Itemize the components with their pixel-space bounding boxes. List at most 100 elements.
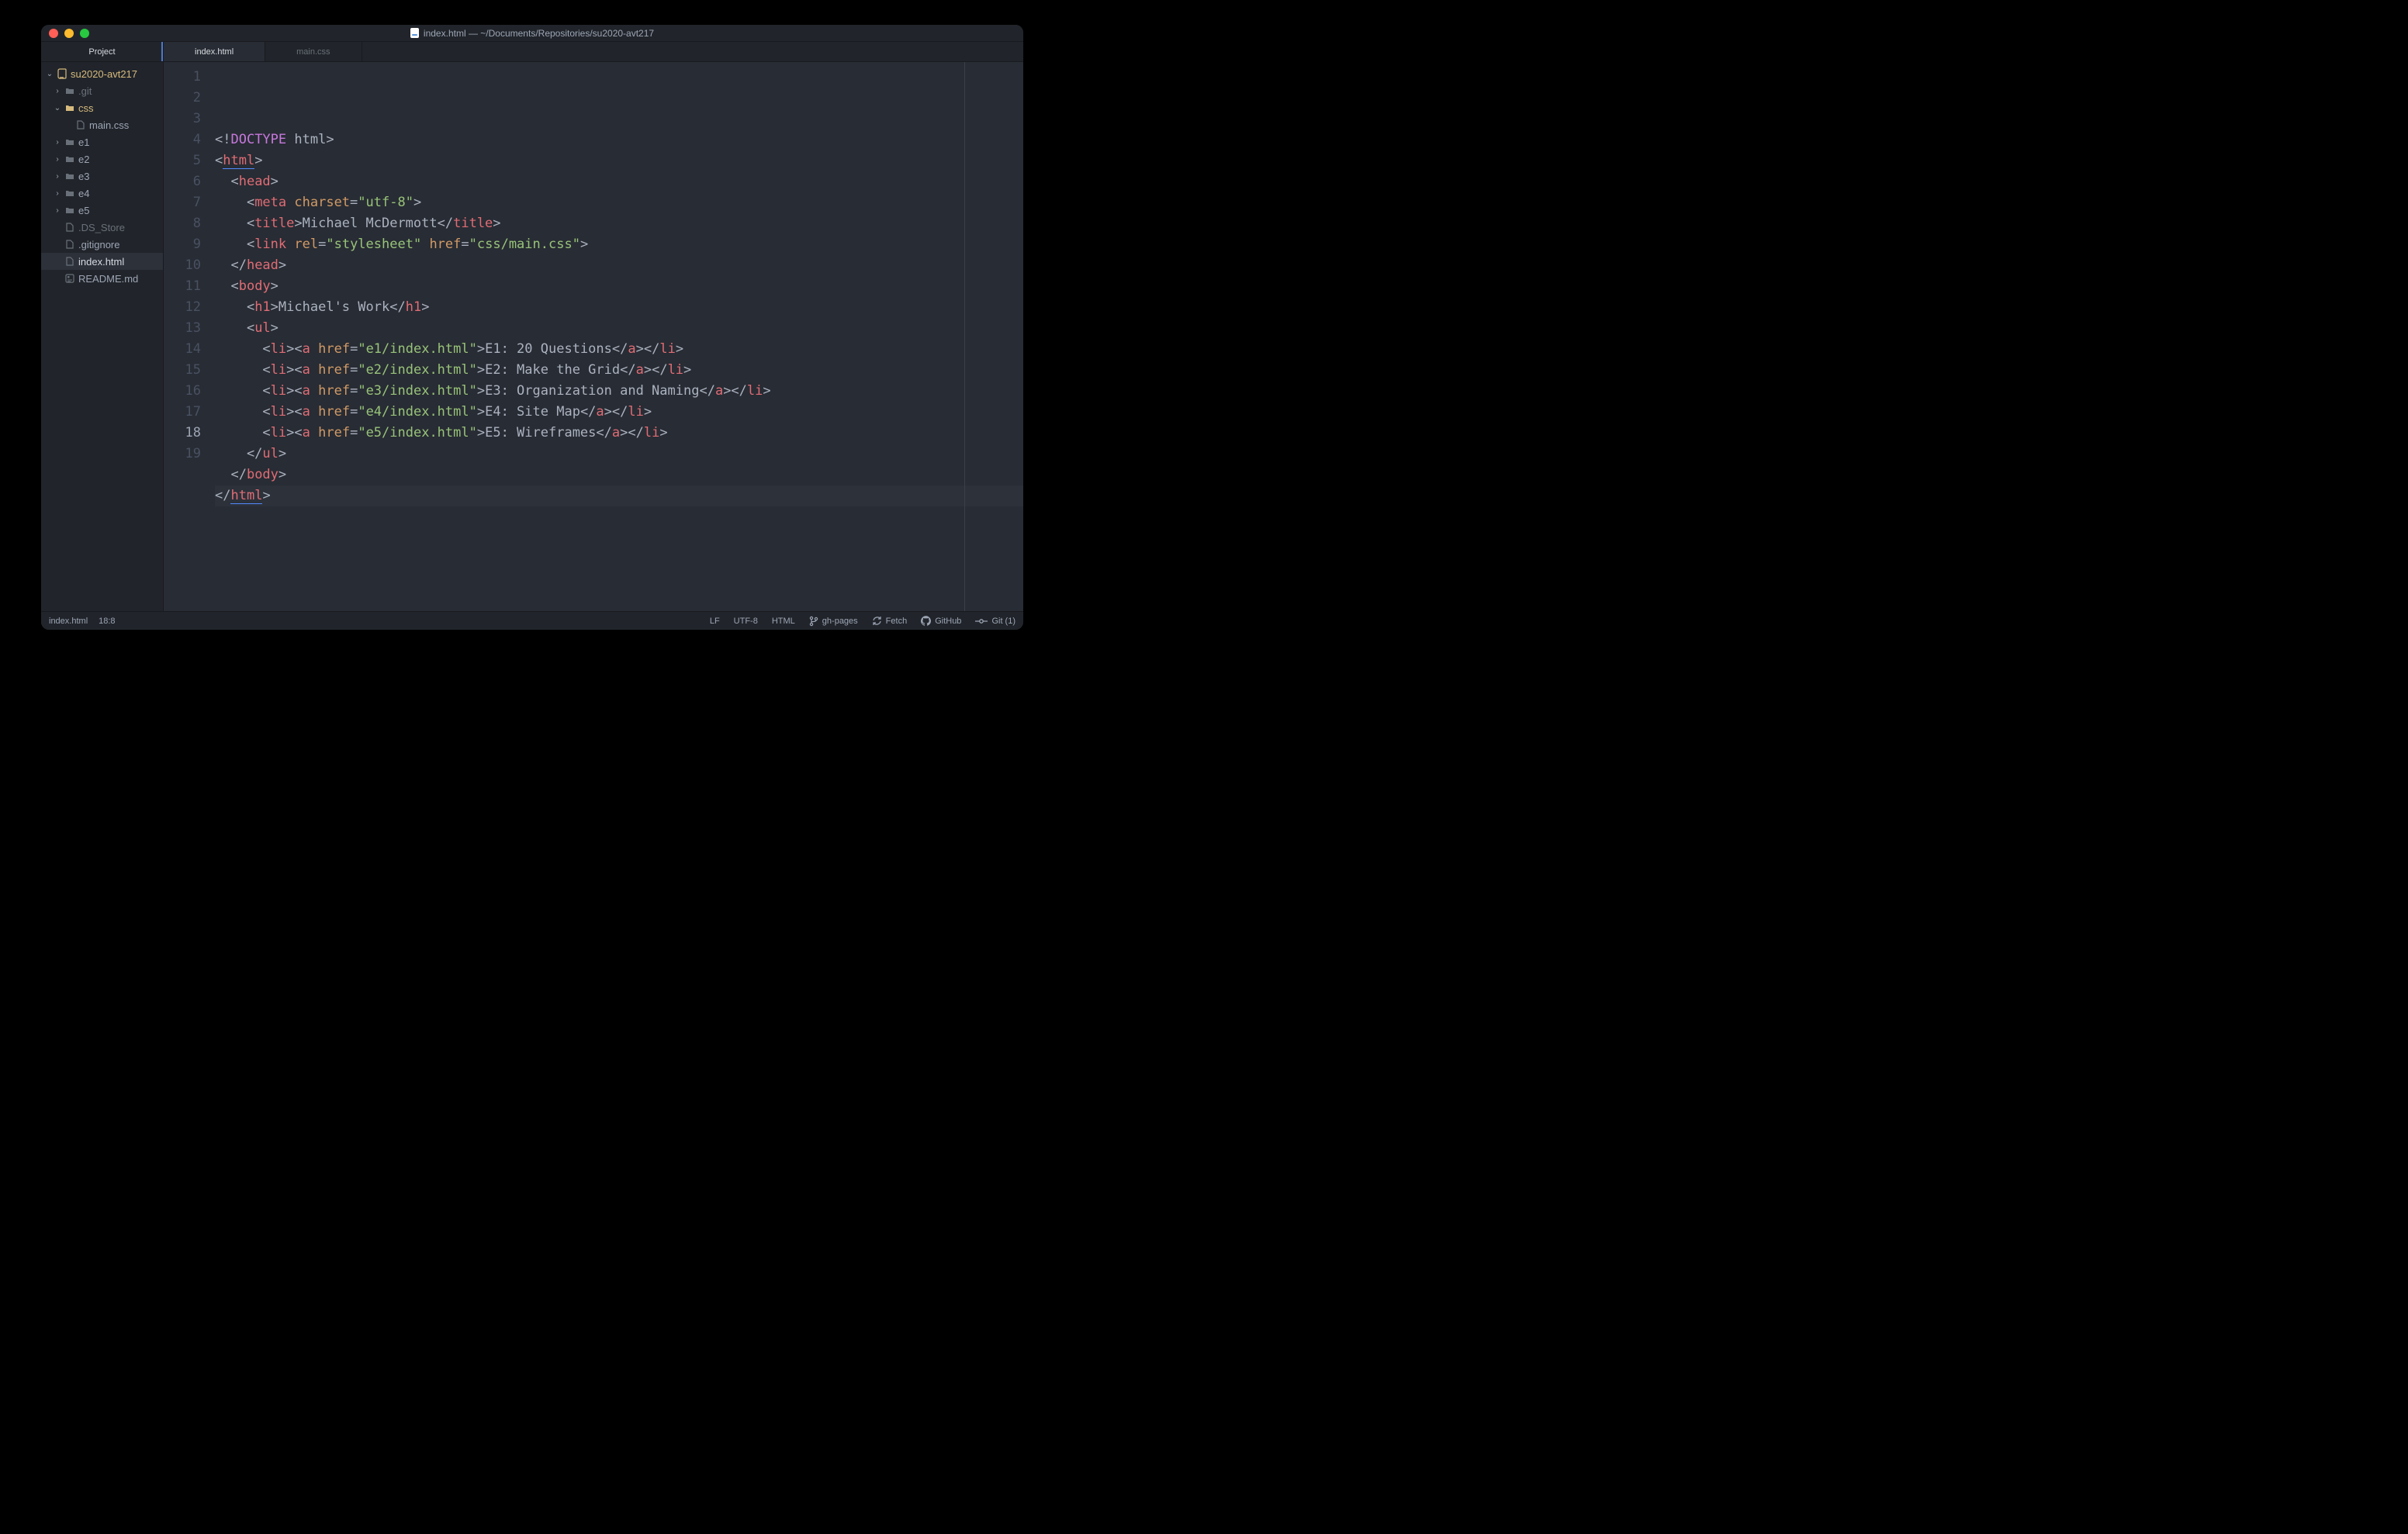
tree-item-label: .gitignore [78,239,119,250]
status-cursor[interactable]: 18:8 [99,617,115,626]
git-branch-icon [809,616,818,627]
code-line[interactable]: <link rel="stylesheet" href="css/main.cs… [215,234,1023,255]
chevron-right-icon: › [54,138,61,147]
line-number: 17 [164,402,201,423]
line-number: 12 [164,297,201,318]
status-git[interactable]: Git (1) [975,617,1015,626]
folder-icon [64,189,75,197]
tree-folder[interactable]: ⌄css [41,99,163,116]
chevron-right-icon: › [54,87,61,95]
line-number: 14 [164,339,201,360]
sidebar-tab-project[interactable]: Project [41,42,163,62]
code-line[interactable]: </ul> [215,444,1023,465]
code-line[interactable]: <html> [215,150,1023,171]
chevron-right-icon: › [54,206,61,215]
close-window-button[interactable] [49,29,58,38]
chevron-right-icon: › [54,155,61,164]
line-number: 9 [164,234,201,255]
sync-icon [872,616,882,626]
code-line[interactable]: <ul> [215,318,1023,339]
status-grammar[interactable]: HTML [772,617,795,626]
status-encoding[interactable]: UTF-8 [734,617,758,626]
status-fetch[interactable]: Fetch [872,616,908,626]
status-branch-label: gh-pages [822,617,858,626]
folder-icon [64,138,75,146]
sidebar: Project ⌄ su2020-avt217 ›.git⌄cssmain.cs… [41,42,164,611]
editor-window: index.html — ~/Documents/Repositories/su… [41,25,1023,630]
code-line[interactable]: <!DOCTYPE html> [215,130,1023,150]
line-number: 19 [164,444,201,465]
tree-file[interactable]: .DS_Store [41,219,163,236]
status-bar: index.html 18:8 LF UTF-8 HTML gh-pages [41,611,1023,630]
chevron-down-icon: ⌄ [46,70,54,78]
code-line[interactable]: <li><a href="e4/index.html">E4: Site Map… [215,402,1023,423]
code-line[interactable]: <li><a href="e1/index.html">E1: 20 Quest… [215,339,1023,360]
tree-folder[interactable]: › e3 [41,168,163,185]
tree-item-label: e2 [78,154,89,165]
tree-file[interactable]: README.md [41,270,163,287]
chevron-right-icon: › [54,172,61,181]
tree-item-label: e5 [78,205,89,216]
code-line[interactable]: <body> [215,276,1023,297]
github-icon [921,616,931,626]
status-filename[interactable]: index.html [49,617,88,626]
tree-root-label: su2020-avt217 [71,68,137,80]
status-branch[interactable]: gh-pages [809,616,858,627]
code-line[interactable]: <meta charset="utf-8"> [215,192,1023,213]
status-github-label: GitHub [935,617,961,626]
maximize-window-button[interactable] [80,29,89,38]
code-line[interactable]: <title>Michael McDermott</title> [215,213,1023,234]
line-number: 6 [164,171,201,192]
line-number: 8 [164,213,201,234]
chevron-right-icon: › [54,189,61,198]
line-number: 11 [164,276,201,297]
folder-icon [64,87,75,95]
editor-tab[interactable]: index.html [164,42,265,61]
folder-icon [64,155,75,163]
code-line[interactable]: </head> [215,255,1023,276]
status-eol[interactable]: LF [710,617,720,626]
tree-item-label: e3 [78,171,89,182]
line-number: 13 [164,318,201,339]
code-line[interactable]: </html> [215,485,1023,506]
code-line[interactable]: <li><a href="e5/index.html">E5: Wirefram… [215,423,1023,444]
tree-folder[interactable]: › e4 [41,185,163,202]
code-line[interactable] [215,506,1023,527]
markdown-file-icon [64,274,75,283]
titlebar: index.html — ~/Documents/Repositories/su… [41,25,1023,42]
tree-item-label: e1 [78,136,89,148]
tree-file[interactable]: index.html [41,253,163,270]
minimize-window-button[interactable] [64,29,74,38]
tree-folder[interactable]: › e2 [41,150,163,168]
code-area[interactable]: <!DOCTYPE html><html> <head> <meta chars… [215,62,1023,611]
code-line[interactable]: <h1>Michael's Work</h1> [215,297,1023,318]
tree-item-label: e4 [78,188,89,199]
code-line[interactable]: </body> [215,465,1023,485]
line-numbers: 12345678910111213141516171819 [164,62,215,611]
status-github[interactable]: GitHub [921,616,961,626]
file-tree: ⌄ su2020-avt217 ›.git⌄cssmain.css›e1›e2›… [41,62,163,287]
file-icon [410,28,419,38]
editor-tab[interactable]: main.css [265,42,362,61]
code-editor[interactable]: 12345678910111213141516171819 <!DOCTYPE … [164,62,1023,611]
tree-root[interactable]: ⌄ su2020-avt217 [41,65,163,82]
window-controls [49,29,89,38]
line-number: 5 [164,150,201,171]
wrap-guide [964,62,965,611]
tree-item-label: css [78,102,94,114]
code-line[interactable]: <li><a href="e3/index.html">E3: Organiza… [215,381,1023,402]
repo-icon [57,68,67,79]
tree-folder[interactable]: › .git [41,82,163,99]
line-number: 16 [164,381,201,402]
code-line[interactable]: <head> [215,171,1023,192]
tree-item-label: .git [78,85,92,97]
line-number: 1 [164,67,201,88]
tree-folder[interactable]: › e5 [41,202,163,219]
line-number: 10 [164,255,201,276]
line-number: 2 [164,88,201,109]
code-line[interactable]: <li><a href="e2/index.html">E2: Make the… [215,360,1023,381]
tree-folder[interactable]: › e1 [41,133,163,150]
tree-file[interactable]: .gitignore [41,236,163,253]
tree-item-label: README.md [78,273,138,285]
tree-file[interactable]: main.css [41,116,163,133]
